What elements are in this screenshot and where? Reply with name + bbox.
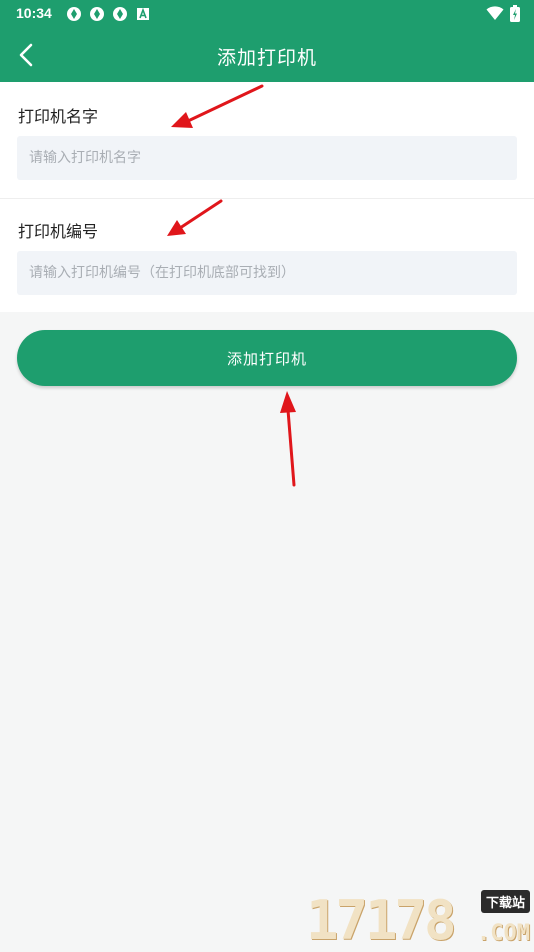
printer-name-input[interactable]: [17, 136, 517, 180]
status-time: 10:34: [16, 5, 52, 21]
printer-number-label: 打印机编号: [18, 222, 99, 241]
printer-name-label: 打印机名字: [18, 107, 99, 126]
wifi-icon: [486, 6, 504, 20]
field-divider: [0, 198, 534, 199]
add-printer-button[interactable]: 添加打印机: [17, 330, 517, 386]
watermark-badge: 下载站: [480, 890, 530, 913]
status-bar: 10:34: [0, 0, 534, 28]
battery-icon: [510, 5, 520, 22]
status-system-icons: [486, 5, 520, 22]
font-a-icon: [137, 7, 149, 20]
status-notification-icons: [66, 6, 151, 22]
printer-form: 打印机名字 打印机编号: [0, 82, 534, 312]
site-watermark-logo: 17178 下载站 .COM: [306, 890, 530, 948]
watermark-suffix: .COM: [477, 921, 530, 946]
printer-number-input[interactable]: [17, 251, 517, 295]
page-title: 添加打印机: [216, 47, 317, 69]
arrow-to-add-button: [280, 391, 296, 487]
aperture-icon: [90, 7, 104, 21]
aperture-icon: [67, 7, 81, 21]
aperture-icon: [113, 7, 127, 21]
app-bar: 添加打印机: [0, 28, 534, 82]
watermark-digits: 17178: [306, 889, 457, 952]
